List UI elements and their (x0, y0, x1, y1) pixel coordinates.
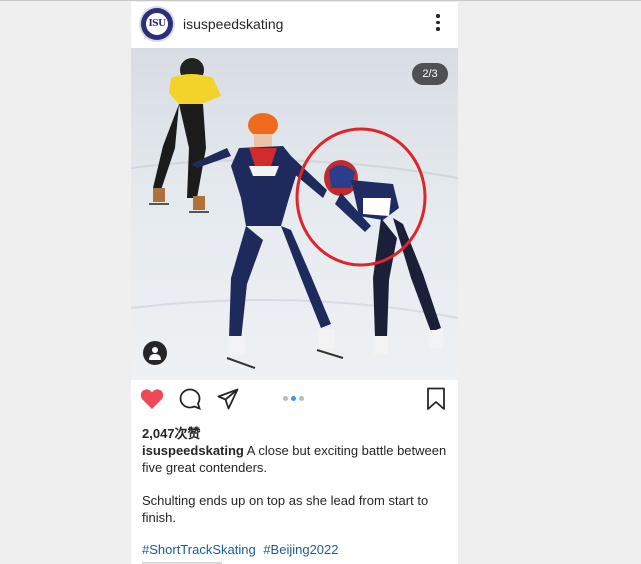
skating-photo (131, 48, 458, 380)
likes-count[interactable]: 2,047次赞 (142, 423, 201, 442)
hashtag-link[interactable]: #Beijing2022 (263, 542, 338, 557)
instagram-post: ISU isuspeedskating 2/3 2,047次赞 isuspeed… (131, 2, 458, 564)
hashtag-link[interactable]: #ShortTrackSkating (142, 542, 256, 557)
isu-logo: ISU (145, 12, 169, 36)
caption-paragraph: Schulting ends up on top as she lead fro… (142, 493, 429, 525)
person-tag-icon[interactable] (143, 341, 167, 365)
hashtags: #ShortTrackSkating #Beijing2022 (142, 542, 343, 557)
bookmark-icon[interactable] (426, 387, 446, 411)
avatar[interactable]: ISU (141, 8, 173, 40)
caption-username[interactable]: isuspeedskating (142, 443, 244, 458)
post-photo[interactable]: 2/3 (131, 48, 458, 380)
comment-icon[interactable] (179, 388, 201, 410)
post-caption: isuspeedskating A close but exciting bat… (142, 442, 448, 476)
send-icon[interactable] (217, 388, 239, 410)
carousel-dots (283, 396, 307, 402)
window-top-border (0, 0, 641, 1)
post-header: ISU isuspeedskating (131, 2, 458, 48)
image-counter: 2/3 (412, 63, 448, 85)
post-actions (131, 382, 458, 418)
post-username[interactable]: isuspeedskating (183, 16, 283, 32)
heart-icon[interactable] (140, 388, 164, 410)
more-options-icon[interactable] (431, 14, 445, 34)
